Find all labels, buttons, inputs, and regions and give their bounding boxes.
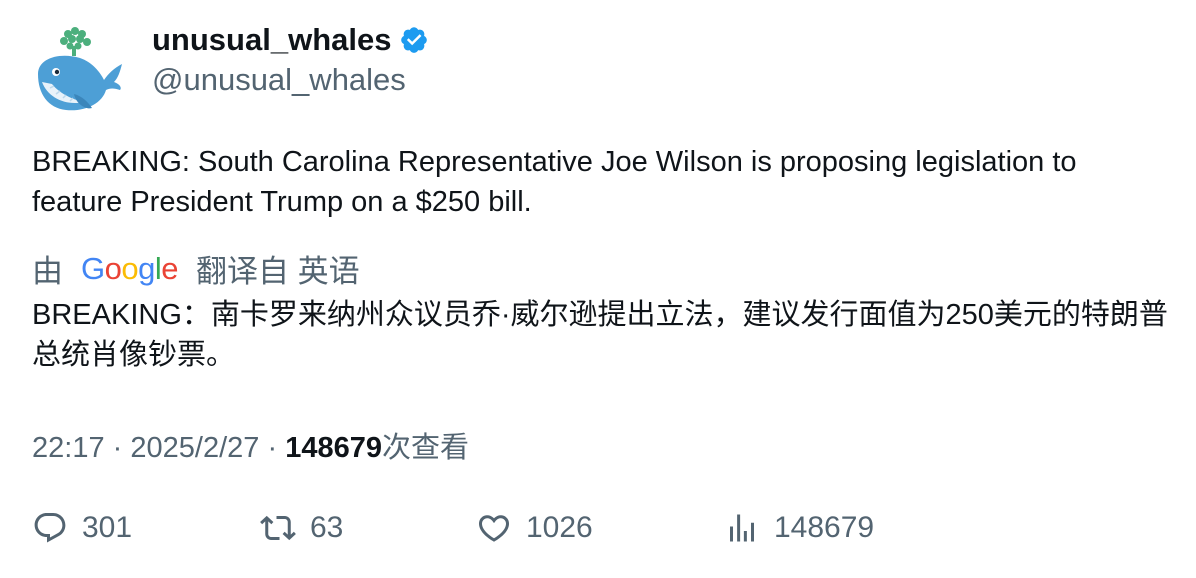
tweet-text: BREAKING: South Carolina Representative … [32, 146, 1077, 218]
like-button[interactable]: 1026 [476, 510, 593, 546]
avatar[interactable] [30, 24, 126, 114]
author-handle[interactable]: @unusual_whales [152, 62, 406, 98]
translated-text: BREAKING：南卡罗来纳州众议员乔·威尔逊提出立法，建议发行面值为250美元… [32, 299, 1168, 371]
reply-icon [34, 513, 66, 543]
heart-icon [478, 515, 510, 542]
views-label: 次查看 [381, 432, 469, 464]
tweet-time[interactable]: 22:17 [32, 432, 105, 464]
translation-attribution: 由 Google 翻译自 英语 [32, 246, 360, 291]
analytics-icon [730, 514, 754, 542]
tweet-date[interactable]: 2025/2/27 [130, 432, 259, 464]
views-button[interactable]: 148679 [724, 510, 874, 546]
views-count: 148679 [285, 432, 382, 464]
retweet-icon [260, 515, 296, 541]
translation-suffix: 翻译自 英语 [196, 254, 360, 289]
tweet-meta: 22:17 · 2025/2/27 · 148679次查看 [32, 424, 469, 466]
reply-button[interactable]: 301 [32, 510, 132, 546]
whale-icon [38, 27, 122, 111]
display-name[interactable]: unusual_whales [152, 22, 391, 58]
translation-prefix: 由 [32, 254, 63, 289]
meta-separator: · [112, 432, 123, 464]
meta-separator: · [267, 432, 278, 464]
views-action-count: 148679 [774, 511, 875, 544]
like-count: 1026 [526, 511, 593, 544]
verified-badge-icon [401, 27, 428, 53]
author-name-row[interactable]: unusual_whales [152, 22, 429, 58]
retweet-button[interactable]: 63 [260, 510, 343, 546]
retweet-count: 63 [310, 511, 344, 544]
google-logo: Google [81, 250, 179, 286]
reply-count: 301 [82, 511, 133, 544]
